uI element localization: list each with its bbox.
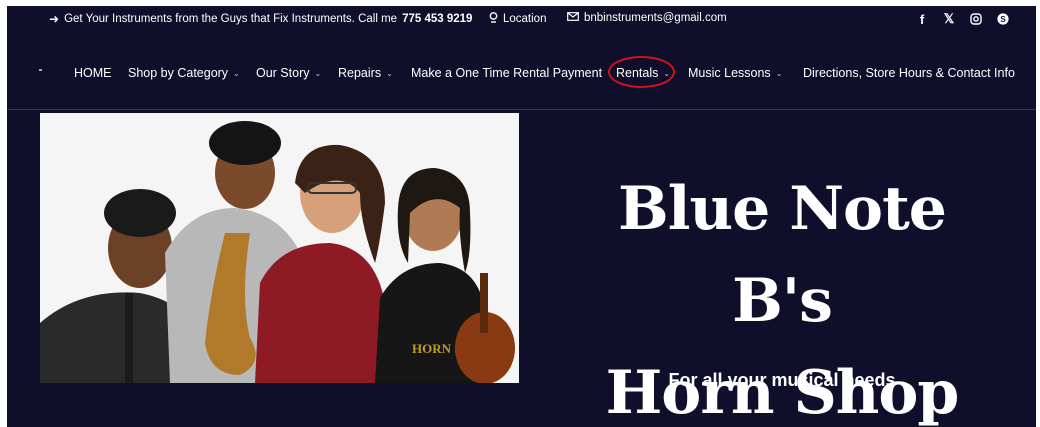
arrow-right-icon: ➜: [49, 12, 60, 26]
location-pin-icon: [489, 12, 498, 26]
hero-photo: HORN SHOP: [40, 113, 519, 383]
nav-item-rental-payment[interactable]: Make a One Time Rental Payment: [411, 66, 602, 80]
nav-item-directions-contact[interactable]: Directions, Store Hours & Contact Info: [803, 66, 1015, 80]
nav-label: Directions, Store Hours & Contact Info: [803, 66, 1015, 80]
nav-item-home[interactable]: HOME: [74, 66, 112, 80]
location-label: Location: [503, 13, 547, 25]
nav-label: Make a One Time Rental Payment: [411, 66, 603, 80]
nav-item-music-lessons[interactable]: Music Lessons ⌄: [688, 66, 782, 80]
promo-line: ➜ Get Your Instruments from the Guys tha…: [49, 12, 472, 26]
chevron-down-icon: ⌄: [386, 68, 393, 78]
page: ➜ Get Your Instruments from the Guys tha…: [7, 6, 1036, 427]
email-link[interactable]: bnbinstruments@gmail.com: [567, 12, 727, 24]
chevron-down-icon: ⌄: [775, 68, 783, 78]
top-bar: ➜ Get Your Instruments from the Guys tha…: [7, 6, 1036, 32]
nav-item-our-story[interactable]: Our Story ⌄: [256, 66, 321, 80]
hero-title-line-1: Blue Note B's: [618, 174, 947, 336]
email-address: bnbinstruments@gmail.com: [584, 12, 727, 24]
nav-label: Music Lessons: [688, 66, 771, 80]
location-link[interactable]: Location: [489, 12, 546, 26]
nav-label: HOME: [74, 66, 112, 80]
nav-item-repairs[interactable]: Repairs ⌄: [338, 66, 393, 80]
chevron-down-icon: ⌄: [233, 68, 240, 78]
chevron-down-icon: ⌄: [314, 68, 322, 78]
social-links: f 𝕏 S: [915, 11, 1010, 27]
svg-text:S: S: [1000, 15, 1006, 24]
mail-icon: [567, 12, 579, 24]
nav-label: Repairs: [338, 66, 382, 80]
facebook-icon[interactable]: f: [915, 12, 929, 27]
logo-mark: [39, 69, 42, 71]
instagram-icon[interactable]: [969, 13, 983, 25]
hero-subtitle: For all your musical needs: [668, 370, 896, 390]
skype-icon[interactable]: S: [996, 13, 1010, 25]
nav-item-shop-by-category[interactable]: Shop by Category ⌄: [128, 66, 240, 80]
main-nav: HOME Shop by Category ⌄ Our Story ⌄ Repa…: [7, 54, 1036, 90]
phone-number[interactable]: 775 453 9219: [402, 13, 472, 25]
nav-divider: [7, 109, 1036, 110]
rentals-highlight-circle: [608, 56, 675, 88]
nav-label: Shop by Category: [128, 66, 229, 80]
nav-label: Our Story: [256, 66, 310, 80]
x-icon[interactable]: 𝕏: [942, 11, 956, 27]
promo-text: Get Your Instruments from the Guys that …: [64, 13, 398, 25]
